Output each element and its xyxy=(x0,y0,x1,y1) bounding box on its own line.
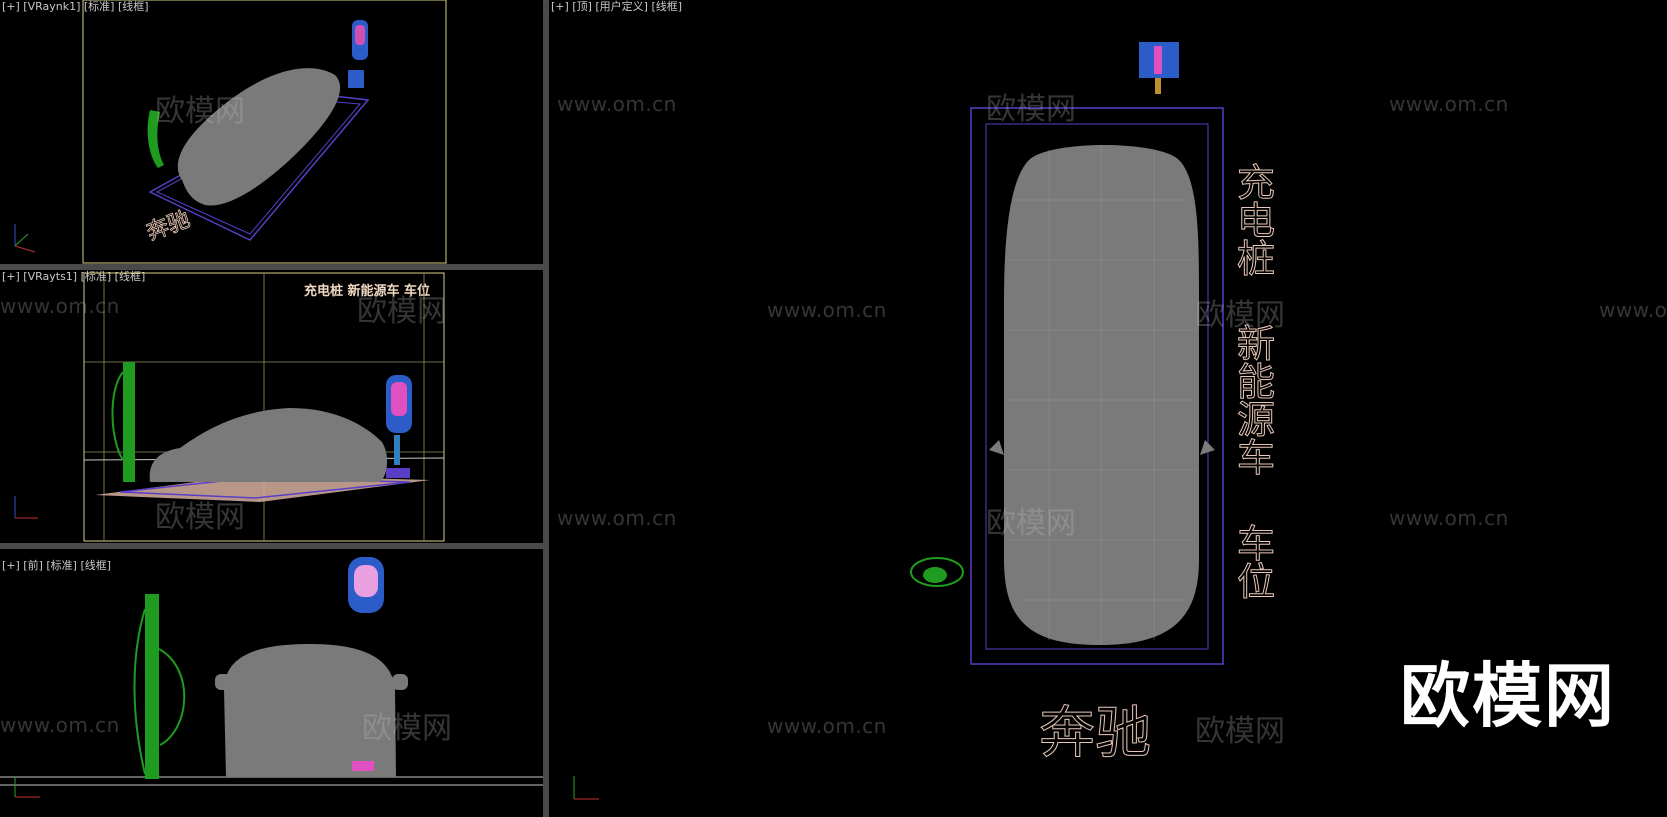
watermark-url: www.om.cn xyxy=(557,506,677,530)
perspective-scene: 奔驰 xyxy=(14,0,447,264)
watermark-url: www.om.cn xyxy=(1389,506,1509,530)
watermark-logo: 欧模网 xyxy=(1400,655,1616,737)
watermark-url: www.om.cn xyxy=(767,714,887,738)
watermark-cn: 欧模网 xyxy=(1195,298,1285,333)
watermark-cn: 欧模网 xyxy=(986,506,1076,541)
car-wireframe xyxy=(1004,145,1199,645)
watermark-url: www.om.cn xyxy=(557,92,677,116)
front-scene xyxy=(0,557,543,798)
watermark-cn: 欧模网 xyxy=(155,94,245,129)
watermark-url: www.om.cn xyxy=(1389,92,1509,116)
vertical-text-char: 位 xyxy=(1237,560,1275,604)
blue-charger-screen xyxy=(354,565,378,597)
watermark-cn: 欧模网 xyxy=(1195,714,1285,749)
blue-charger-screen xyxy=(391,382,407,416)
watermark-url: www.om.cn xyxy=(0,294,120,318)
watermark-cn: 欧模网 xyxy=(986,92,1076,127)
brand-text-top: 奔驰 xyxy=(1039,701,1151,766)
watermark-cn: 欧模网 xyxy=(155,500,245,535)
watermark-cn: 欧模网 xyxy=(357,294,447,329)
watermark-cn: 欧模网 xyxy=(362,711,452,746)
green-charger xyxy=(123,362,135,482)
watermark-url: www.om.cn xyxy=(0,713,120,737)
blue-charger-screen xyxy=(355,25,365,45)
viewport-perspective[interactable]: [+] [VRaynk1] [标准] [线框] 奔驰 欧模网 xyxy=(0,0,543,264)
watermark-url: www.om.cn xyxy=(1599,298,1667,322)
car-wireframe xyxy=(149,408,388,482)
brand-text-perspective: 奔驰 xyxy=(144,207,194,246)
green-charger xyxy=(145,594,159,779)
watermark-url: www.om.cn xyxy=(767,298,887,322)
vertical-text-char: 桩 xyxy=(1237,237,1275,281)
blue-charger-base xyxy=(348,70,364,88)
viewport-camera[interactable]: [+] [VRayts1] [标准] [线框] 充电桩 新能源车 车位 www.… xyxy=(0,270,543,543)
vertical-text-char: 车 xyxy=(1237,436,1275,480)
viewport-front[interactable]: [+] [前] [标准] [线框] www.om.cn 欧模网 xyxy=(0,549,543,817)
